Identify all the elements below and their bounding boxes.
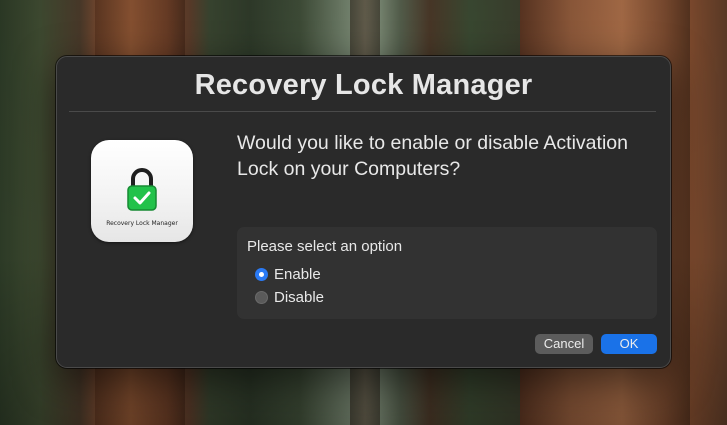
padlock-checkmark-icon <box>127 168 157 211</box>
title-divider <box>69 111 656 112</box>
radio-unselected-icon[interactable] <box>255 291 268 304</box>
radio-option-label: Disable <box>274 289 325 306</box>
dialog-title: Recovery Lock Manager <box>194 69 533 101</box>
app-icon: Recovery Lock Manager <box>91 140 193 242</box>
recovery-lock-dialog: Recovery Lock Manager Recovery Lock Mana… <box>56 56 671 368</box>
app-icon-caption: Recovery Lock Manager <box>106 220 178 227</box>
ok-button[interactable]: OK <box>601 334 657 354</box>
radio-option-disable[interactable]: Disable <box>255 289 324 306</box>
cancel-button[interactable]: Cancel <box>535 334 593 354</box>
radio-option-label: Enable <box>274 266 321 283</box>
dialog-question: Would you like to enable or disable Acti… <box>237 132 628 180</box>
radio-option-enable[interactable]: Enable <box>255 266 321 283</box>
radio-selected-icon[interactable] <box>255 268 268 281</box>
options-label: Please select an option <box>247 238 403 255</box>
options-group: Please select an option Enable Disable <box>237 227 657 319</box>
